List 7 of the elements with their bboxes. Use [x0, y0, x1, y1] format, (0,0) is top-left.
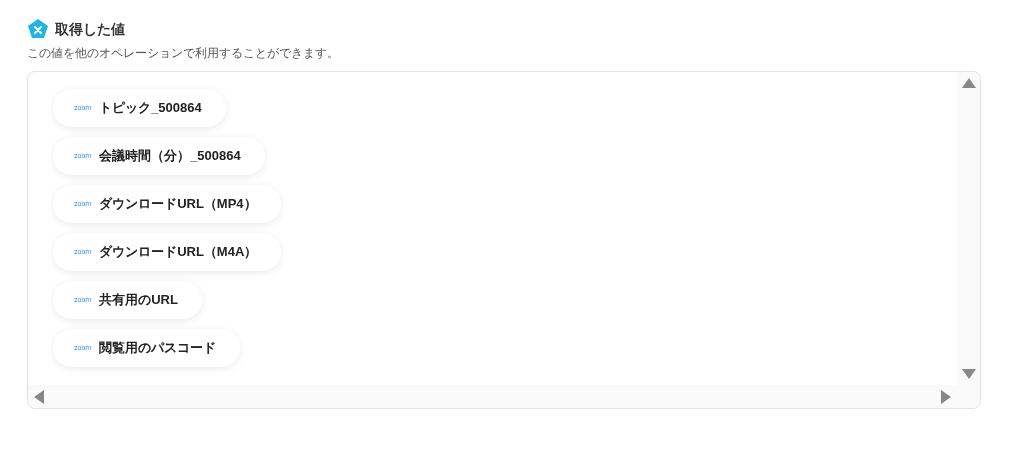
section-description: この値を他のオペレーションで利用することができます。 [27, 46, 340, 61]
scroll-up-icon[interactable] [961, 78, 976, 88]
scroll-right-icon[interactable] [941, 389, 951, 404]
scroll-down-icon[interactable] [961, 369, 976, 379]
scroll-left-icon[interactable] [34, 389, 44, 404]
section-title: 取得した値 [55, 19, 125, 39]
pentagon-x-icon [27, 18, 49, 40]
